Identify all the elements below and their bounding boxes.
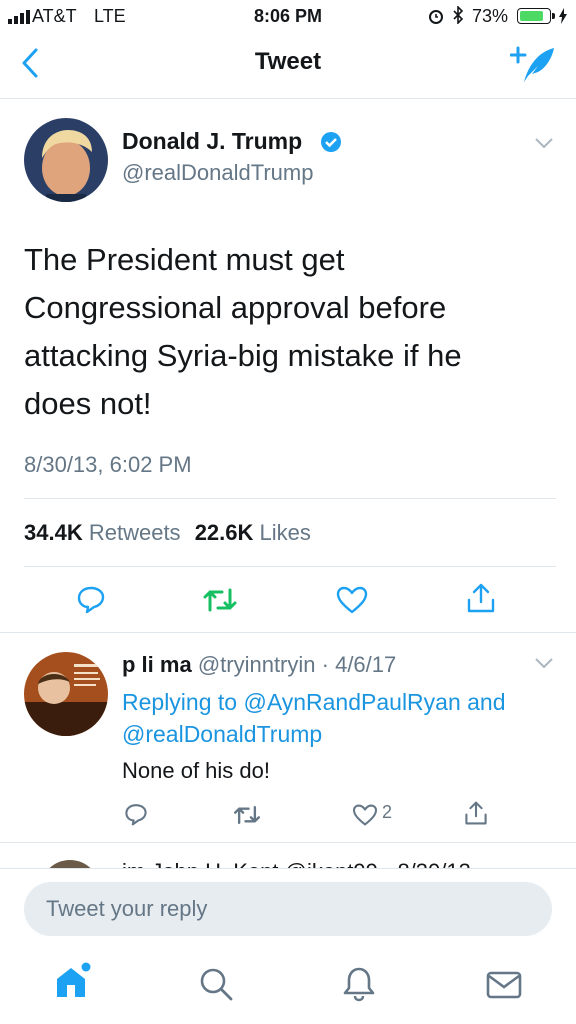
replying-prefix: Replying to bbox=[122, 689, 238, 715]
tweet-timestamp: 8/30/13, 6:02 PM bbox=[24, 452, 192, 477]
reply-author-name[interactable]: p li ma bbox=[122, 652, 192, 677]
envelope-icon bbox=[486, 971, 522, 999]
retweets-label[interactable]: Retweets bbox=[89, 520, 181, 545]
replying-to: Replying to @AynRandPaulRyan and @realDo… bbox=[122, 686, 552, 750]
bluetooth-icon bbox=[452, 5, 464, 29]
tweet-text-line: Congressional approval before bbox=[24, 290, 447, 325]
reply-author-handle[interactable]: @tryinntryin bbox=[198, 652, 316, 677]
chevron-down-icon bbox=[535, 658, 553, 669]
tweet-text-line: attacking Syria-big mistake if he bbox=[24, 338, 462, 373]
divider bbox=[24, 566, 556, 567]
reply-retweet-button[interactable] bbox=[232, 804, 262, 826]
divider bbox=[24, 498, 556, 499]
mention-link[interactable]: @AynRandPaulRyan bbox=[243, 689, 460, 715]
chevron-down-icon bbox=[535, 138, 553, 149]
replying-and: and bbox=[467, 689, 506, 715]
next-reply-clip: im John H. Kent @jkent99 · 8/30/13 bbox=[0, 843, 576, 868]
tweet-menu-button[interactable] bbox=[534, 136, 554, 155]
reply-author-avatar[interactable] bbox=[24, 652, 108, 736]
tab-search[interactable] bbox=[198, 966, 234, 1007]
reply-text: None of his do! bbox=[122, 758, 270, 783]
tweet-text: The President must get Congressional app… bbox=[24, 236, 554, 428]
author-name[interactable]: Donald J. Trump bbox=[122, 128, 302, 155]
likes-label[interactable]: Likes bbox=[260, 520, 311, 545]
reply-date: · 4/6/17 bbox=[321, 652, 397, 677]
heart-icon bbox=[336, 586, 368, 614]
tweet-stats: 34.4K Retweets 22.6K Likes bbox=[24, 520, 311, 546]
verified-badge-icon bbox=[320, 131, 342, 158]
tweet-text-line: does not! bbox=[24, 386, 152, 421]
reply-share-button[interactable] bbox=[464, 800, 488, 826]
tab-messages[interactable] bbox=[486, 970, 522, 1005]
home-icon bbox=[57, 962, 91, 997]
page-title: Tweet bbox=[254, 48, 322, 75]
mention-link[interactable]: @realDonaldTrump bbox=[122, 721, 322, 747]
author-avatar[interactable] bbox=[24, 118, 108, 202]
reply-icon bbox=[125, 804, 147, 826]
retweet-icon bbox=[234, 805, 260, 825]
retweets-count[interactable]: 34.4K bbox=[24, 520, 83, 545]
compose-tweet-button[interactable] bbox=[509, 42, 556, 91]
divider bbox=[0, 632, 576, 633]
likes-count[interactable]: 22.6K bbox=[195, 520, 254, 545]
reply-like-button[interactable] bbox=[352, 804, 378, 826]
share-icon bbox=[467, 583, 495, 613]
next-reply-avatar[interactable] bbox=[40, 860, 100, 868]
compose-feather-icon bbox=[509, 46, 554, 82]
retweet-button[interactable] bbox=[202, 586, 238, 614]
share-button[interactable] bbox=[466, 582, 496, 614]
next-reply-header[interactable]: im John H. Kent @jkent99 · 8/30/13 bbox=[122, 859, 471, 868]
reply-button[interactable] bbox=[76, 584, 106, 614]
charging-icon bbox=[558, 8, 568, 29]
reply-menu-button[interactable] bbox=[534, 656, 554, 675]
battery-percent: 73% bbox=[472, 6, 509, 26]
alarm-icon bbox=[428, 8, 444, 29]
heart-icon bbox=[352, 804, 378, 826]
reply-input[interactable]: Tweet your reply bbox=[24, 882, 552, 936]
battery-tip bbox=[552, 13, 555, 19]
retweet-icon bbox=[203, 588, 237, 612]
like-button[interactable] bbox=[336, 586, 368, 614]
tab-notifications[interactable] bbox=[342, 966, 376, 1007]
reply-header: p li ma @tryinntryin · 4/6/17 bbox=[122, 652, 396, 678]
reply-likes-count: 2 bbox=[382, 802, 393, 822]
header-divider bbox=[0, 98, 576, 99]
share-icon bbox=[465, 801, 487, 825]
tab-home[interactable] bbox=[54, 962, 92, 1007]
author-handle[interactable]: @realDonaldTrump bbox=[122, 160, 313, 186]
search-icon bbox=[200, 968, 233, 1001]
status-bar: AT&T LTE 8:06 PM 73% bbox=[0, 0, 576, 34]
tweet-text-line: The President must get bbox=[24, 242, 345, 277]
reply-reply-button[interactable] bbox=[124, 802, 148, 826]
compose-divider bbox=[0, 868, 576, 869]
bell-icon bbox=[343, 967, 375, 1002]
battery-icon bbox=[517, 8, 551, 24]
reply-icon bbox=[77, 586, 105, 614]
